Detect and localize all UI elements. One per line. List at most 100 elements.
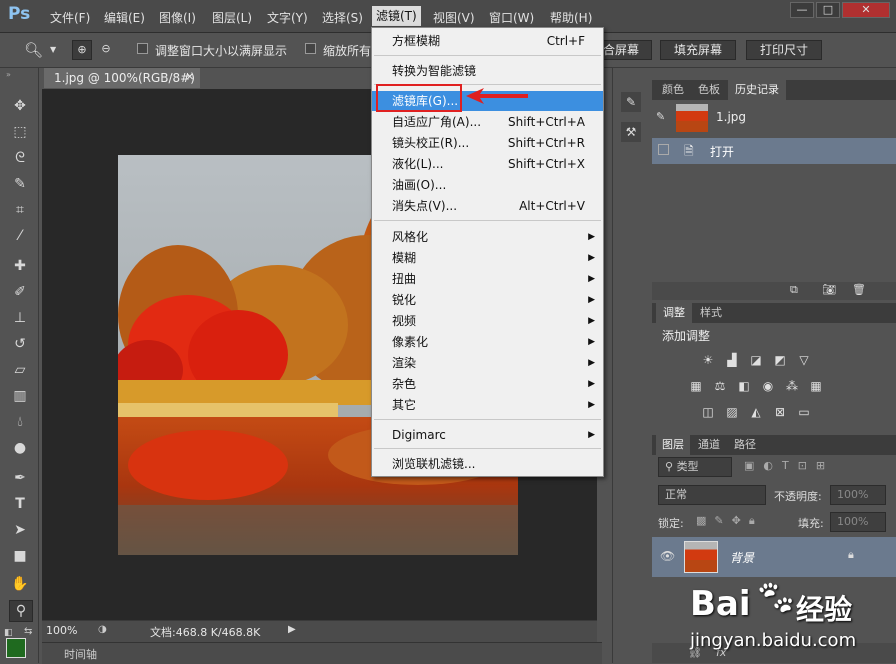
tab-paths[interactable]: 路径 bbox=[728, 435, 762, 455]
brush-tool-icon[interactable]: ✐ bbox=[9, 282, 31, 302]
menu-item-oil-paint[interactable]: 油画(O)... bbox=[372, 175, 603, 195]
maximize-button[interactable]: □ bbox=[816, 2, 840, 18]
invert-icon[interactable]: ◫ bbox=[700, 405, 716, 419]
tab-swatches[interactable]: 色板 bbox=[692, 80, 726, 100]
history-brush-source-icon[interactable]: ✎ bbox=[656, 110, 665, 123]
status-info-icon[interactable]: ◑ bbox=[98, 624, 107, 635]
opacity-input[interactable]: 100% bbox=[830, 485, 886, 505]
zoom-out-icon[interactable]: ⊖ bbox=[96, 40, 116, 60]
tab-color[interactable]: 颜色 bbox=[656, 80, 690, 100]
new-document-from-state-icon[interactable]: ⧉ bbox=[790, 283, 798, 297]
foreground-color-swatch[interactable] bbox=[6, 638, 26, 658]
menu-item-stylize[interactable]: 风格化 ▶ bbox=[372, 227, 603, 247]
path-select-tool-icon[interactable]: ➤ bbox=[9, 520, 31, 540]
history-brush-tool-icon[interactable]: ↺ bbox=[9, 334, 31, 354]
collapse-toolbar-icon[interactable]: » bbox=[6, 70, 11, 79]
history-state[interactable]: 🗎︎ 打开 bbox=[652, 138, 896, 164]
menu-file[interactable]: 文件(F) bbox=[50, 9, 90, 26]
default-colors-icon[interactable]: ◧ bbox=[4, 628, 13, 638]
zoom-level[interactable]: 100% bbox=[46, 624, 77, 637]
zoom-in-icon[interactable]: ⊕ bbox=[72, 40, 92, 60]
clone-stamp-tool-icon[interactable]: ⊥ bbox=[9, 308, 31, 328]
zoom-tool-icon[interactable]: ⚲ bbox=[9, 600, 33, 622]
shape-tool-icon[interactable]: ■ bbox=[9, 546, 31, 566]
blend-mode-select[interactable]: 正常 bbox=[658, 485, 766, 505]
menu-select[interactable]: 选择(S) bbox=[322, 9, 363, 26]
delete-state-icon[interactable]: 🗑︎ bbox=[852, 283, 866, 296]
selective-color-icon[interactable]: ⊠ bbox=[772, 405, 788, 419]
pen-tool-icon[interactable]: ✒ bbox=[9, 468, 31, 488]
brightness-contrast-icon[interactable]: ☀ bbox=[700, 353, 716, 367]
tab-channels[interactable]: 通道 bbox=[692, 435, 726, 455]
dodge-tool-icon[interactable]: ● bbox=[9, 438, 31, 458]
posterize-icon[interactable]: ▨ bbox=[724, 405, 740, 419]
gradient-tool-icon[interactable]: ▥ bbox=[9, 386, 31, 406]
eraser-tool-icon[interactable]: ▱ bbox=[9, 360, 31, 380]
menu-item-adaptive-wide-angle[interactable]: 自适应广角(A)... Shift+Ctrl+A bbox=[372, 112, 603, 132]
menu-item-lens-correction[interactable]: 镜头校正(R)... Shift+Ctrl+R bbox=[372, 133, 603, 153]
tab-layers[interactable]: 图层 bbox=[656, 435, 690, 455]
history-source-checkbox[interactable] bbox=[658, 144, 669, 155]
hand-tool-icon[interactable]: ✋ bbox=[9, 574, 31, 594]
threshold-icon[interactable]: ◭ bbox=[748, 405, 764, 419]
status-menu-arrow-icon[interactable]: ▶ bbox=[288, 624, 296, 635]
hue-saturation-icon[interactable]: ▦ bbox=[688, 379, 704, 393]
gradient-map-icon[interactable]: ▭ bbox=[796, 405, 812, 419]
menu-item-digimarc[interactable]: Digimarc ▶ bbox=[372, 425, 603, 445]
color-lookup-icon[interactable]: ▦ bbox=[808, 379, 824, 393]
print-size-button[interactable]: 打印尺寸 bbox=[746, 40, 822, 60]
tool-preset-chevron-down-icon[interactable]: ▼ bbox=[50, 45, 56, 54]
menu-item-liquify[interactable]: 液化(L)... Shift+Ctrl+X bbox=[372, 154, 603, 174]
menu-type[interactable]: 文字(Y) bbox=[267, 9, 308, 26]
type-tool-icon[interactable]: T bbox=[9, 494, 31, 514]
menu-help[interactable]: 帮助(H) bbox=[550, 9, 592, 26]
menu-item-noise[interactable]: 杂色 ▶ bbox=[372, 374, 603, 394]
channel-mixer-icon[interactable]: ⁂ bbox=[784, 379, 800, 393]
photo-filter-icon[interactable]: ◉ bbox=[760, 379, 776, 393]
healing-brush-tool-icon[interactable]: ✚ bbox=[9, 256, 31, 276]
eyedropper-tool-icon[interactable]: ⁄ bbox=[9, 226, 31, 246]
move-tool-icon[interactable]: ✥ bbox=[9, 96, 31, 116]
tab-styles[interactable]: 样式 bbox=[694, 303, 728, 323]
close-tab-icon[interactable]: ✕ bbox=[186, 68, 194, 88]
layer-visibility-eye-icon[interactable]: 👁︎ bbox=[660, 549, 675, 563]
fill-screen-button[interactable]: 填充屏幕 bbox=[660, 40, 736, 60]
tab-history[interactable]: 历史记录 bbox=[728, 80, 786, 100]
menu-item-render[interactable]: 渲染 ▶ bbox=[372, 353, 603, 373]
menu-item-other[interactable]: 其它 ▶ bbox=[372, 395, 603, 415]
timeline-bar[interactable]: 时间轴 bbox=[42, 642, 602, 664]
menu-item-video[interactable]: 视频 ▶ bbox=[372, 311, 603, 331]
black-white-icon[interactable]: ◧ bbox=[736, 379, 752, 393]
curves-icon[interactable]: ◪ bbox=[748, 353, 764, 367]
crop-tool-icon[interactable]: ⌗ bbox=[9, 200, 31, 220]
fill-input[interactable]: 100% bbox=[830, 512, 886, 532]
color-balance-icon[interactable]: ⚖ bbox=[712, 379, 728, 393]
document-tab[interactable]: 1.jpg @ 100%(RGB/8#) ✕ bbox=[44, 68, 200, 88]
tab-adjustments[interactable]: 调整 bbox=[656, 303, 692, 323]
menu-item-box-blur[interactable]: 方框模糊 Ctrl+F bbox=[372, 31, 603, 51]
menu-image[interactable]: 图像(I) bbox=[159, 9, 196, 26]
minimize-button[interactable]: — bbox=[790, 2, 814, 18]
menu-item-convert-smart-filters[interactable]: 转换为智能滤镜 bbox=[372, 61, 603, 81]
zoom-all-checkbox[interactable] bbox=[305, 43, 316, 54]
marquee-tool-icon[interactable]: ⬚ bbox=[9, 122, 31, 142]
menu-item-vanishing-point[interactable]: 消失点(V)... Alt+Ctrl+V bbox=[372, 196, 603, 216]
menu-item-blur[interactable]: 模糊 ▶ bbox=[372, 248, 603, 268]
menu-item-browse-filters-online[interactable]: 浏览联机滤镜... bbox=[372, 454, 603, 474]
levels-icon[interactable]: ▟ bbox=[724, 353, 740, 367]
quick-select-tool-icon[interactable]: ✎ bbox=[9, 174, 31, 194]
resize-windows-checkbox[interactable] bbox=[137, 43, 148, 54]
close-button[interactable]: ✕ bbox=[842, 2, 890, 18]
vibrance-icon[interactable]: ▽ bbox=[796, 353, 812, 367]
menu-edit[interactable]: 编辑(E) bbox=[104, 9, 145, 26]
menu-window[interactable]: 窗口(W) bbox=[489, 9, 534, 26]
blur-tool-icon[interactable]: 💧︎ bbox=[9, 412, 31, 432]
history-snapshot[interactable]: ✎ 1.jpg bbox=[652, 102, 896, 134]
menu-layer[interactable]: 图层(L) bbox=[212, 9, 252, 26]
menu-item-distort[interactable]: 扭曲 ▶ bbox=[372, 269, 603, 289]
lock-options-icons[interactable]: ▩✎✥🔒︎ bbox=[696, 514, 763, 528]
layer-filter-icons[interactable]: ▣◐T⊡⊞ bbox=[744, 459, 834, 472]
menu-view[interactable]: 视图(V) bbox=[433, 9, 475, 26]
menu-filter[interactable]: 滤镜(T) bbox=[372, 6, 421, 26]
layer-filter-kind-select[interactable]: ⚲ 类型 bbox=[658, 457, 732, 477]
